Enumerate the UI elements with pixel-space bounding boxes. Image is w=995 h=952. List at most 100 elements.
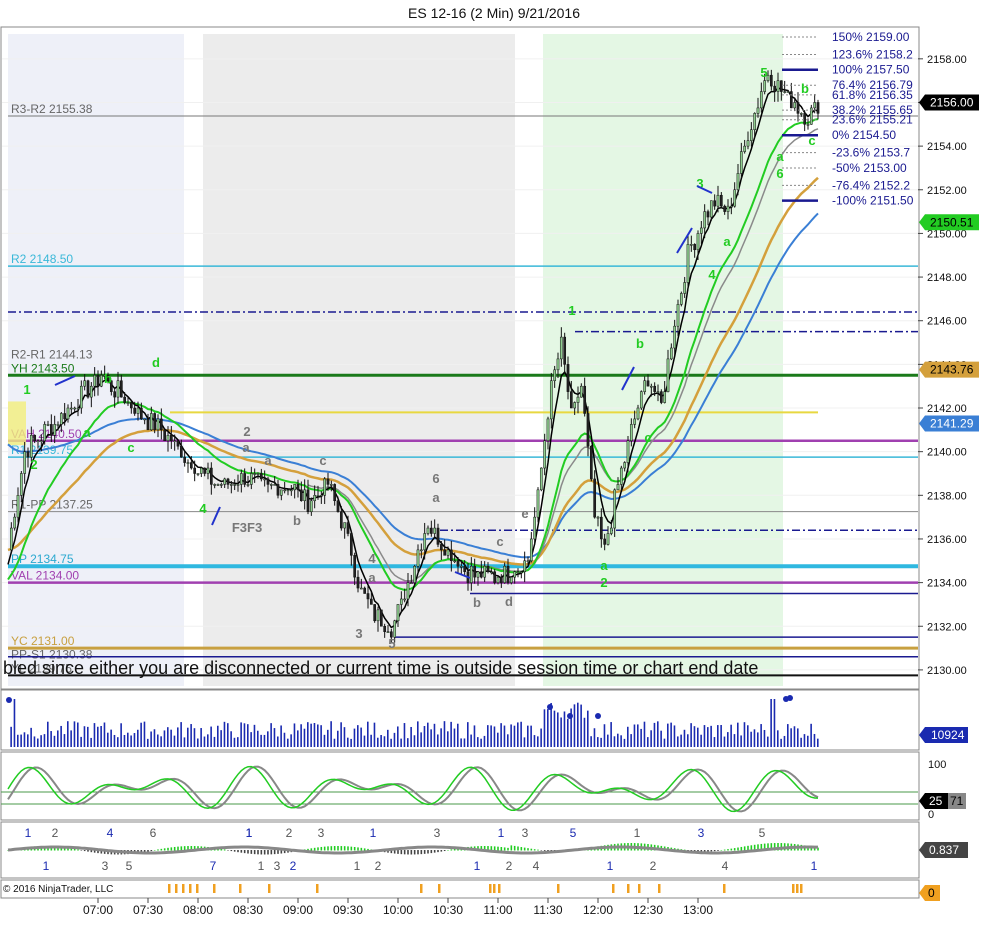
wave-label: c <box>808 133 815 148</box>
volume-bar <box>460 738 462 747</box>
bar-body <box>623 462 627 469</box>
macd-bar <box>150 850 153 852</box>
signal-bar <box>189 884 192 893</box>
volume-bar <box>257 730 259 747</box>
bar-body <box>203 467 207 474</box>
macd-bar <box>257 850 259 855</box>
bar-body <box>793 102 797 109</box>
bar-body <box>543 440 547 469</box>
volume-bar <box>357 725 359 747</box>
bar-body <box>659 391 663 403</box>
volume-bar <box>150 731 152 747</box>
volume-bar <box>47 721 49 747</box>
bar-body <box>273 484 277 486</box>
volume-bar <box>283 732 286 747</box>
macd-bar <box>713 850 716 852</box>
volume-bar <box>607 734 609 747</box>
volume-bar <box>443 721 446 747</box>
volume-bar <box>503 725 506 747</box>
volume-bar <box>243 723 246 747</box>
bar-body <box>566 364 570 392</box>
volume-bar <box>500 723 502 747</box>
bar-body <box>456 560 460 567</box>
value-box-label: 2141.29 <box>930 417 974 431</box>
volume-bar <box>483 735 486 747</box>
bar-body <box>756 107 760 114</box>
bar-body <box>96 375 100 387</box>
bar-body <box>776 80 780 92</box>
wave-label: c <box>644 430 651 445</box>
volume-value: 10924 <box>931 728 965 742</box>
wave-label: a <box>723 234 731 249</box>
bar-body <box>673 325 677 349</box>
volume-bar <box>527 725 529 747</box>
volume-bar <box>710 725 712 747</box>
wave-label: e <box>521 506 528 521</box>
volume-bar <box>380 735 382 747</box>
volume-bar <box>513 725 516 747</box>
bar-body <box>763 80 767 92</box>
volume-bar <box>480 738 482 747</box>
macd-bar <box>707 850 709 852</box>
macd-bar <box>163 848 166 851</box>
bar-body <box>359 587 363 590</box>
macd-wave-count: 4 <box>533 859 540 873</box>
macd-wave-count: 1 <box>25 826 32 840</box>
volume-bar <box>133 733 136 747</box>
volume-bar <box>43 734 46 747</box>
macd-wave-count: 3 <box>102 859 109 873</box>
volume-bar <box>733 734 736 747</box>
bar-body <box>126 402 130 404</box>
value-box-label: 2156.00 <box>930 95 974 109</box>
bar-body <box>716 194 720 207</box>
macd-bar <box>263 850 266 855</box>
volume-bar <box>333 738 336 747</box>
bar-body <box>356 576 360 589</box>
macd-bar <box>727 849 729 851</box>
volume-bar <box>73 721 76 747</box>
bar-body <box>459 565 463 568</box>
macd-bar <box>433 850 436 853</box>
volume-bar <box>447 731 449 747</box>
volume-bar <box>33 736 36 747</box>
macd-bar <box>353 846 356 851</box>
macd-bar <box>407 850 409 855</box>
bar-body <box>299 489 303 502</box>
bar-body <box>426 527 430 534</box>
macd-wave-count: 1 <box>474 859 481 873</box>
status-message: bled since either you are disconnected o… <box>3 658 758 678</box>
bar-body <box>559 336 563 360</box>
macd-bar <box>530 848 533 851</box>
volume-bar <box>370 734 372 747</box>
bar-body <box>463 565 467 572</box>
signal-bar <box>498 884 501 893</box>
volume-bar <box>210 726 212 747</box>
signal-bar <box>638 884 641 893</box>
bar-body <box>386 631 390 633</box>
volume-bar <box>280 725 282 747</box>
signal-bar <box>627 884 630 893</box>
macd-bar <box>717 850 719 851</box>
bar-body <box>613 489 617 529</box>
value-box-label: 2150.51 <box>930 215 974 229</box>
volume-bar <box>187 727 189 747</box>
volume-bar <box>337 730 339 747</box>
macd-bar <box>237 850 239 853</box>
volume-bar <box>473 725 476 747</box>
bar-body <box>589 445 593 480</box>
macd-bar <box>710 850 713 852</box>
volume-spike-dot <box>787 695 793 701</box>
bar-body <box>789 91 793 109</box>
volume-bar <box>580 704 582 747</box>
bar-body <box>799 113 803 115</box>
bar-body <box>176 440 180 447</box>
bar-body <box>486 565 490 572</box>
bar-body <box>306 489 310 512</box>
fib-label: 150% 2159.00 <box>832 30 910 44</box>
macd-bar <box>243 850 246 854</box>
volume-bar <box>263 734 266 747</box>
bar-body <box>279 489 283 496</box>
fib-label: 0% 2154.50 <box>832 128 896 142</box>
wave-label: F3F3 <box>232 520 262 535</box>
bar-body <box>16 495 20 518</box>
